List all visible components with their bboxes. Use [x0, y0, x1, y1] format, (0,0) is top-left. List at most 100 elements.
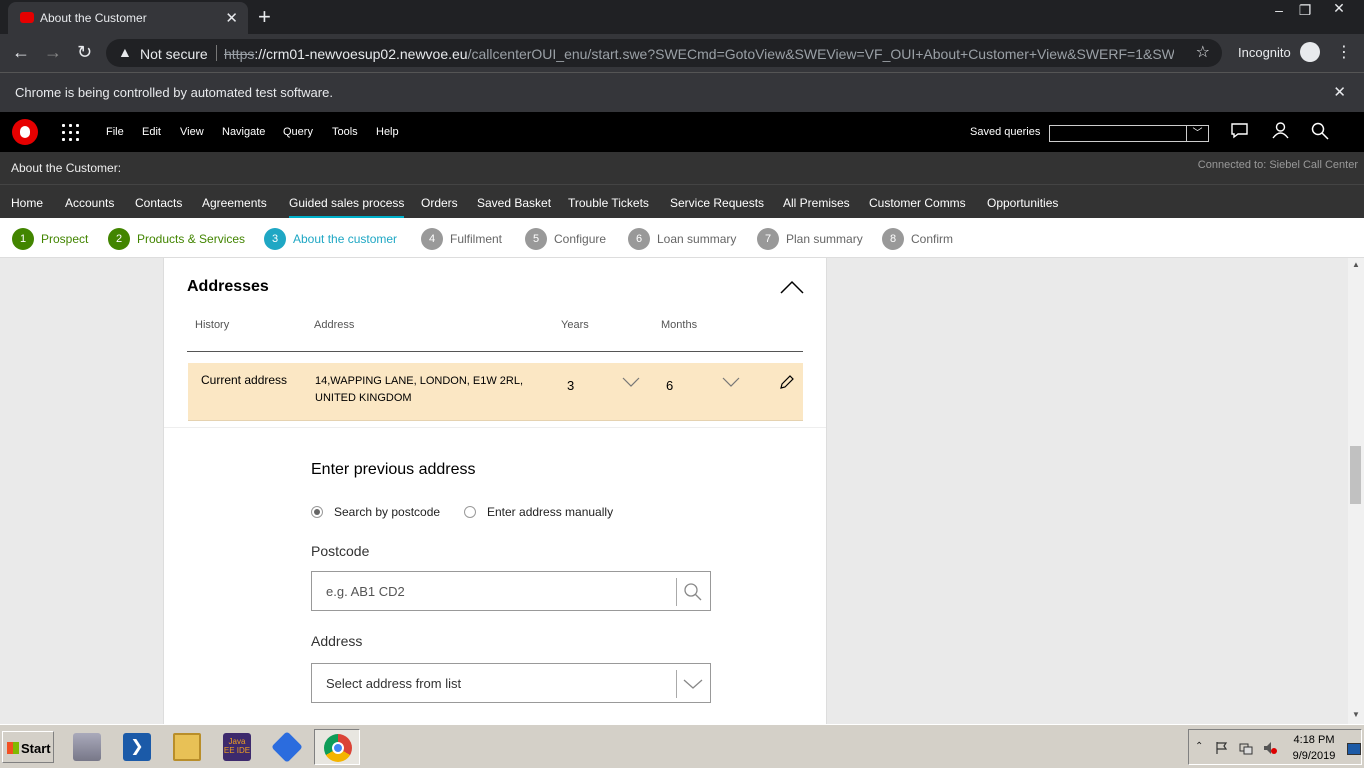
tab-close-icon[interactable]: ✕	[225, 9, 238, 27]
chrome-taskbar-icon[interactable]	[314, 729, 360, 765]
vodafone-favicon-icon	[20, 12, 34, 23]
system-tray: ⌃ 4:18 PM 9/9/2019	[1188, 729, 1362, 765]
windows-taskbar: Start ❯ Java EE IDE ⌃ 4:18 PM 9/9/2019	[0, 724, 1364, 768]
restore-icon[interactable]: ❐	[1292, 2, 1318, 19]
chevron-down-icon[interactable]	[682, 674, 704, 694]
step-number: 6	[628, 228, 650, 250]
powershell-icon[interactable]: ❯	[114, 729, 160, 765]
network-icon[interactable]	[1239, 741, 1253, 755]
radio-search-by-postcode-label[interactable]: Search by postcode	[334, 505, 440, 519]
tab-home[interactable]: Home	[11, 196, 43, 210]
saved-queries-select[interactable]: ﹀	[1049, 125, 1209, 142]
column-header-months: Months	[661, 319, 698, 331]
about-customer-panel: Addresses History Address Years Months C…	[163, 258, 827, 724]
tab-saved-basket[interactable]: Saved Basket	[477, 196, 551, 210]
search-icon[interactable]	[1311, 122, 1329, 145]
incognito-label: Incognito	[1238, 45, 1291, 60]
search-icon[interactable]	[682, 582, 704, 602]
radio-enter-manually-label[interactable]: Enter address manually	[487, 505, 613, 519]
main-content: Addresses History Address Years Months C…	[0, 258, 1364, 724]
new-tab-plus-icon[interactable]: +	[258, 4, 271, 30]
chevron-down-icon[interactable]	[622, 376, 640, 388]
server-manager-icon[interactable]	[64, 729, 110, 765]
java-ee-ide-icon[interactable]: Java EE IDE	[214, 729, 260, 765]
menu-edit[interactable]: Edit	[142, 126, 161, 138]
chevron-up-icon[interactable]	[780, 280, 804, 294]
step-label: Configure	[554, 232, 607, 246]
postcode-input[interactable]: e.g. AB1 CD2	[311, 571, 711, 611]
menu-tools[interactable]: Tools	[332, 126, 358, 138]
radio-search-by-postcode[interactable]	[311, 506, 323, 518]
saved-queries-label: Saved queries	[970, 126, 1041, 138]
menu-file[interactable]: File	[106, 126, 124, 138]
sales-process-steps: 1 Prospect 2 Products & Services 3 About…	[0, 218, 1364, 258]
reload-icon[interactable]: ↻	[77, 42, 92, 63]
user-profile-icon[interactable]	[1272, 122, 1289, 144]
step-label: About the customer	[293, 232, 398, 246]
wps-office-icon[interactable]	[264, 729, 310, 765]
tab-all-premises[interactable]: All Premises	[783, 196, 850, 210]
omnibox[interactable]: ▲ Not secure https://crm01-newvoesup02.n…	[106, 39, 1222, 67]
back-arrow-icon[interactable]: ←	[12, 42, 30, 63]
volume-muted-icon[interactable]	[1263, 741, 1277, 755]
postcode-label: Postcode	[311, 543, 370, 559]
radio-enter-manually[interactable]	[464, 506, 476, 518]
chevron-down-icon[interactable]	[722, 376, 740, 388]
tab-agreements[interactable]: Agreements	[202, 196, 267, 210]
menu-view[interactable]: View	[180, 126, 204, 138]
bookmark-star-icon[interactable]: ☆	[1196, 42, 1210, 62]
menu-navigate[interactable]: Navigate	[222, 126, 265, 138]
file-explorer-icon[interactable]	[164, 729, 210, 765]
clock-date[interactable]: 9/9/2019	[1287, 750, 1341, 762]
input-divider	[676, 578, 677, 606]
app-header: File Edit View Navigate Query Tools Help…	[0, 112, 1364, 152]
start-button[interactable]: Start	[2, 731, 54, 763]
security-label: Not secure	[140, 46, 208, 62]
clock-time[interactable]: 4:18 PM	[1287, 734, 1341, 746]
vertical-scrollbar[interactable]: ▲ ▼	[1348, 258, 1364, 724]
window-close-icon[interactable]: ✕	[1326, 0, 1352, 17]
url-scheme: https	[224, 46, 255, 62]
chat-bubble-icon[interactable]	[1230, 122, 1249, 144]
scrollbar-thumb[interactable]	[1350, 446, 1361, 504]
months-value[interactable]: 6	[666, 378, 673, 393]
tab-accounts[interactable]: Accounts	[65, 196, 114, 210]
table-row: Current address 14,WAPPING LANE, LONDON,…	[188, 363, 803, 421]
incognito-icon[interactable]	[1300, 42, 1320, 62]
app-grid-icon[interactable]	[62, 124, 80, 142]
infobar-close-icon[interactable]: ✕	[1333, 83, 1346, 101]
tab-contacts[interactable]: Contacts	[135, 196, 182, 210]
tab-trouble-tickets[interactable]: Trouble Tickets	[568, 196, 649, 210]
edit-pencil-icon[interactable]	[779, 374, 795, 390]
menu-query[interactable]: Query	[283, 126, 313, 138]
scroll-up-arrow-icon[interactable]: ▲	[1352, 260, 1360, 269]
table-header-divider	[187, 351, 803, 352]
step-number: 7	[757, 228, 779, 250]
step-label: Loan summary	[657, 232, 737, 246]
years-value[interactable]: 3	[567, 378, 574, 393]
url-text[interactable]: https://crm01-newvoesup02.newvoe.eu/call…	[224, 46, 1174, 62]
minimize-icon[interactable]: –	[1266, 2, 1292, 18]
vodafone-logo-icon	[12, 119, 38, 145]
action-center-flag-icon[interactable]	[1215, 741, 1229, 755]
tray-expand-icon[interactable]: ⌃	[1195, 741, 1209, 755]
address-select[interactable]: Select address from list	[311, 663, 711, 703]
browser-menu-icon[interactable]: ⋮	[1336, 42, 1352, 62]
browser-tab[interactable]: About the Customer ✕	[8, 2, 248, 34]
column-header-address: Address	[314, 319, 355, 331]
show-desktop-icon[interactable]	[1347, 743, 1361, 755]
url-host: ://crm01-newvoesup02.newvoe.eu	[254, 46, 468, 62]
chevron-down-icon[interactable]: ﹀	[1186, 126, 1208, 141]
input-divider	[676, 670, 677, 698]
menu-help[interactable]: Help	[376, 126, 399, 138]
tab-service-requests[interactable]: Service Requests	[670, 196, 764, 210]
tab-customer-comms[interactable]: Customer Comms	[869, 196, 966, 210]
windows-logo-icon	[7, 742, 19, 754]
address-select-value: Select address from list	[326, 676, 462, 691]
step-number: 2	[108, 228, 130, 250]
tab-guided-sales-process[interactable]: Guided sales process	[289, 196, 405, 219]
scroll-down-arrow-icon[interactable]: ▼	[1352, 710, 1360, 719]
forward-arrow-icon[interactable]: →	[44, 42, 62, 63]
tab-orders[interactable]: Orders	[421, 196, 458, 210]
tab-opportunities[interactable]: Opportunities	[987, 196, 1058, 210]
